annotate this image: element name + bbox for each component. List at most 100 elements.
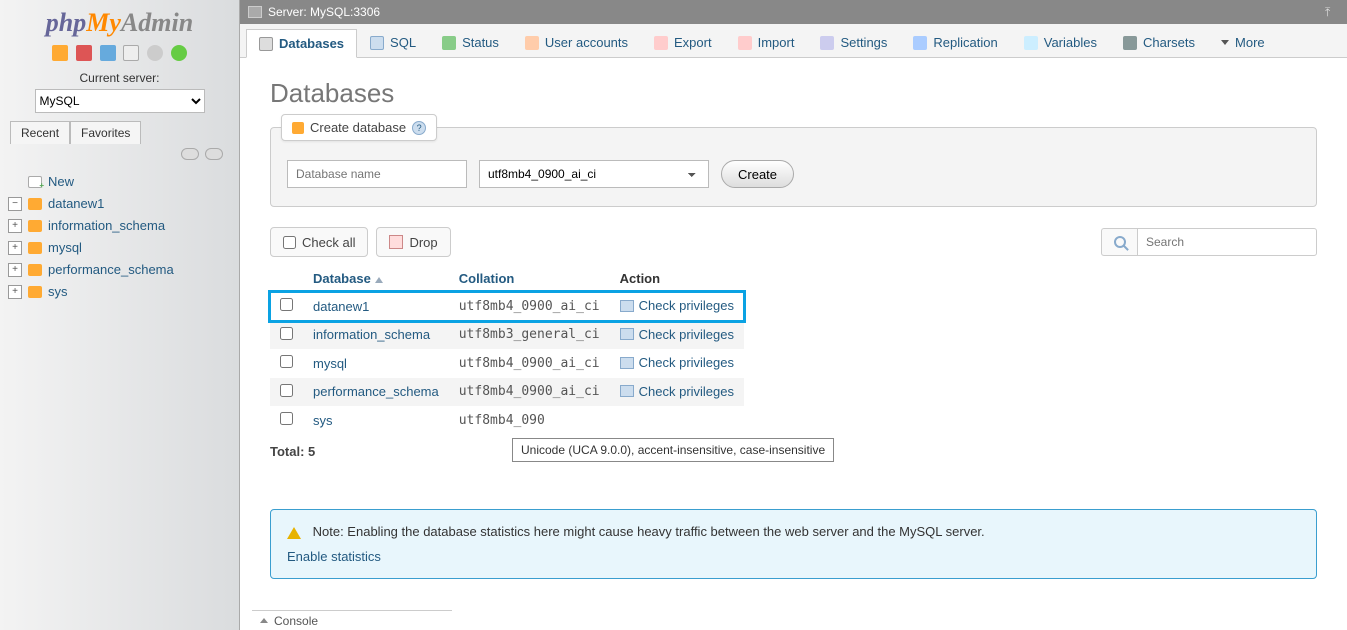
tab-databases[interactable]: Databases <box>246 29 357 58</box>
status-icon <box>442 36 456 50</box>
expand-icon[interactable]: + <box>8 241 22 255</box>
tab-users[interactable]: User accounts <box>512 28 641 57</box>
tab-replication[interactable]: Replication <box>900 28 1010 57</box>
navi-settings-icon[interactable] <box>123 45 139 61</box>
enable-statistics-link[interactable]: Enable statistics <box>287 549 381 564</box>
database-link[interactable]: sys <box>313 413 333 428</box>
tab-variables-label: Variables <box>1044 35 1097 50</box>
search-icon-box[interactable] <box>1101 228 1137 256</box>
database-link[interactable]: mysql <box>313 356 347 371</box>
tree-db-mysql[interactable]: +mysql <box>8 237 231 259</box>
tree-db-information_schema[interactable]: + information_schema <box>8 215 231 237</box>
server-select[interactable]: MySQL <box>35 89 205 113</box>
tab-charsets[interactable]: Charsets <box>1110 28 1208 57</box>
row-checkbox[interactable] <box>280 327 293 340</box>
table-row: sys utf8mb4_090 <box>270 406 744 434</box>
collapse-top-icon[interactable]: ⤒ <box>1325 5 1339 19</box>
tree-db-sys[interactable]: +sys <box>8 281 231 303</box>
create-db-form: utf8mb4_0900_ai_ci Create <box>287 160 1300 188</box>
create-db-fieldset: Create database ? utf8mb4_0900_ai_ci Cre… <box>270 127 1317 207</box>
collation-value: utf8mb4_090 <box>449 406 610 434</box>
row-checkbox[interactable] <box>280 412 293 425</box>
create-button[interactable]: Create <box>721 160 794 188</box>
tree-db-performance_schema[interactable]: +performance_schema <box>8 259 231 281</box>
search-input[interactable] <box>1137 228 1317 256</box>
collation-value: utf8mb3_general_ci <box>449 321 610 350</box>
tab-variables[interactable]: Variables <box>1011 28 1110 57</box>
users-icon <box>525 36 539 50</box>
sidebar-tabs: Recent Favorites <box>0 121 239 144</box>
database-icon <box>28 286 42 298</box>
reload-icon[interactable] <box>171 45 187 61</box>
check-privileges-link[interactable]: Check privileges <box>620 384 734 399</box>
spacer <box>8 175 22 189</box>
drop-button[interactable]: Drop <box>376 227 450 257</box>
collation-select[interactable]: utf8mb4_0900_ai_ci <box>479 160 709 188</box>
dropdown-triangle-icon <box>1221 40 1229 45</box>
tab-status[interactable]: Status <box>429 28 512 57</box>
expand-icon[interactable]: + <box>8 263 22 277</box>
variables-icon <box>1024 36 1038 50</box>
col-database[interactable]: Database <box>303 265 449 292</box>
tab-import[interactable]: Import <box>725 28 808 57</box>
logo-part-php: php <box>46 8 86 37</box>
create-db-legend: Create database ? <box>281 114 437 141</box>
table-row: performance_schemautf8mb4_0900_ai_ciChec… <box>270 378 744 407</box>
link-icon[interactable] <box>205 148 223 160</box>
sort-asc-icon <box>375 277 383 283</box>
row-checkbox[interactable] <box>280 384 293 397</box>
database-name-input[interactable] <box>287 160 467 188</box>
home-icon[interactable] <box>52 45 68 61</box>
tab-databases-label: Databases <box>279 36 344 51</box>
create-db-legend-text: Create database <box>310 120 406 135</box>
tab-users-label: User accounts <box>545 35 628 50</box>
replication-icon <box>913 36 927 50</box>
check-all-checkbox[interactable] <box>283 236 296 249</box>
expand-icon[interactable]: + <box>8 219 22 233</box>
logo[interactable]: phpMyAdmin <box>0 0 239 42</box>
collation-value: utf8mb4_0900_ai_ci <box>449 292 610 321</box>
current-server-label: Current server: <box>0 71 239 85</box>
table-row: mysqlutf8mb4_0900_ai_ciCheck privileges <box>270 349 744 378</box>
breadcrumb-server[interactable]: Server: MySQL:3306 <box>268 5 380 19</box>
settings-icon <box>820 36 834 50</box>
content: Databases Create database ? utf8mb4_0900… <box>240 58 1347 591</box>
note-text: Note: Enabling the database statistics h… <box>313 524 985 539</box>
tab-export[interactable]: Export <box>641 28 725 57</box>
tree-db-label: information_schema <box>48 218 165 233</box>
col-collation[interactable]: Collation <box>449 265 610 292</box>
logout-icon[interactable] <box>76 45 92 61</box>
tree-db-datanew1[interactable]: −datanew1 <box>8 193 231 215</box>
row-checkbox[interactable] <box>280 355 293 368</box>
gear-icon[interactable] <box>147 45 163 61</box>
create-db-icon <box>292 122 304 134</box>
expand-icon[interactable]: + <box>8 285 22 299</box>
tab-favorites[interactable]: Favorites <box>70 121 141 144</box>
privileges-icon <box>620 300 634 312</box>
tab-settings[interactable]: Settings <box>807 28 900 57</box>
main: Server: MySQL:3306 ⤒ Databases SQL Statu… <box>240 0 1347 630</box>
row-checkbox[interactable] <box>280 298 293 311</box>
database-link[interactable]: performance_schema <box>313 384 439 399</box>
tab-recent[interactable]: Recent <box>10 121 70 144</box>
privileges-icon <box>620 328 634 340</box>
check-privileges-link[interactable]: Check privileges <box>620 355 734 370</box>
tab-sql[interactable]: SQL <box>357 28 429 57</box>
tab-more[interactable]: More <box>1208 28 1278 57</box>
expand-icon[interactable]: − <box>8 197 22 211</box>
tree-new-label: New <box>48 174 74 189</box>
collapse-tree-icon[interactable] <box>181 148 199 160</box>
database-link[interactable]: datanew1 <box>313 299 369 314</box>
col-check <box>270 265 303 292</box>
check-privileges-link[interactable]: Check privileges <box>620 327 734 342</box>
check-all[interactable]: Check all <box>270 227 368 257</box>
help-icon[interactable]: ? <box>412 121 426 135</box>
check-privileges-link[interactable]: Check privileges <box>620 298 734 313</box>
database-link[interactable]: information_schema <box>313 327 430 342</box>
tree-new[interactable]: New <box>8 171 231 193</box>
tab-charsets-label: Charsets <box>1143 35 1195 50</box>
search-icon <box>1114 236 1126 248</box>
table-row: information_schema utf8mb3_general_ci Chec… <box>270 321 744 350</box>
docs-icon[interactable] <box>100 45 116 61</box>
console-bar[interactable]: Console <box>252 610 452 630</box>
